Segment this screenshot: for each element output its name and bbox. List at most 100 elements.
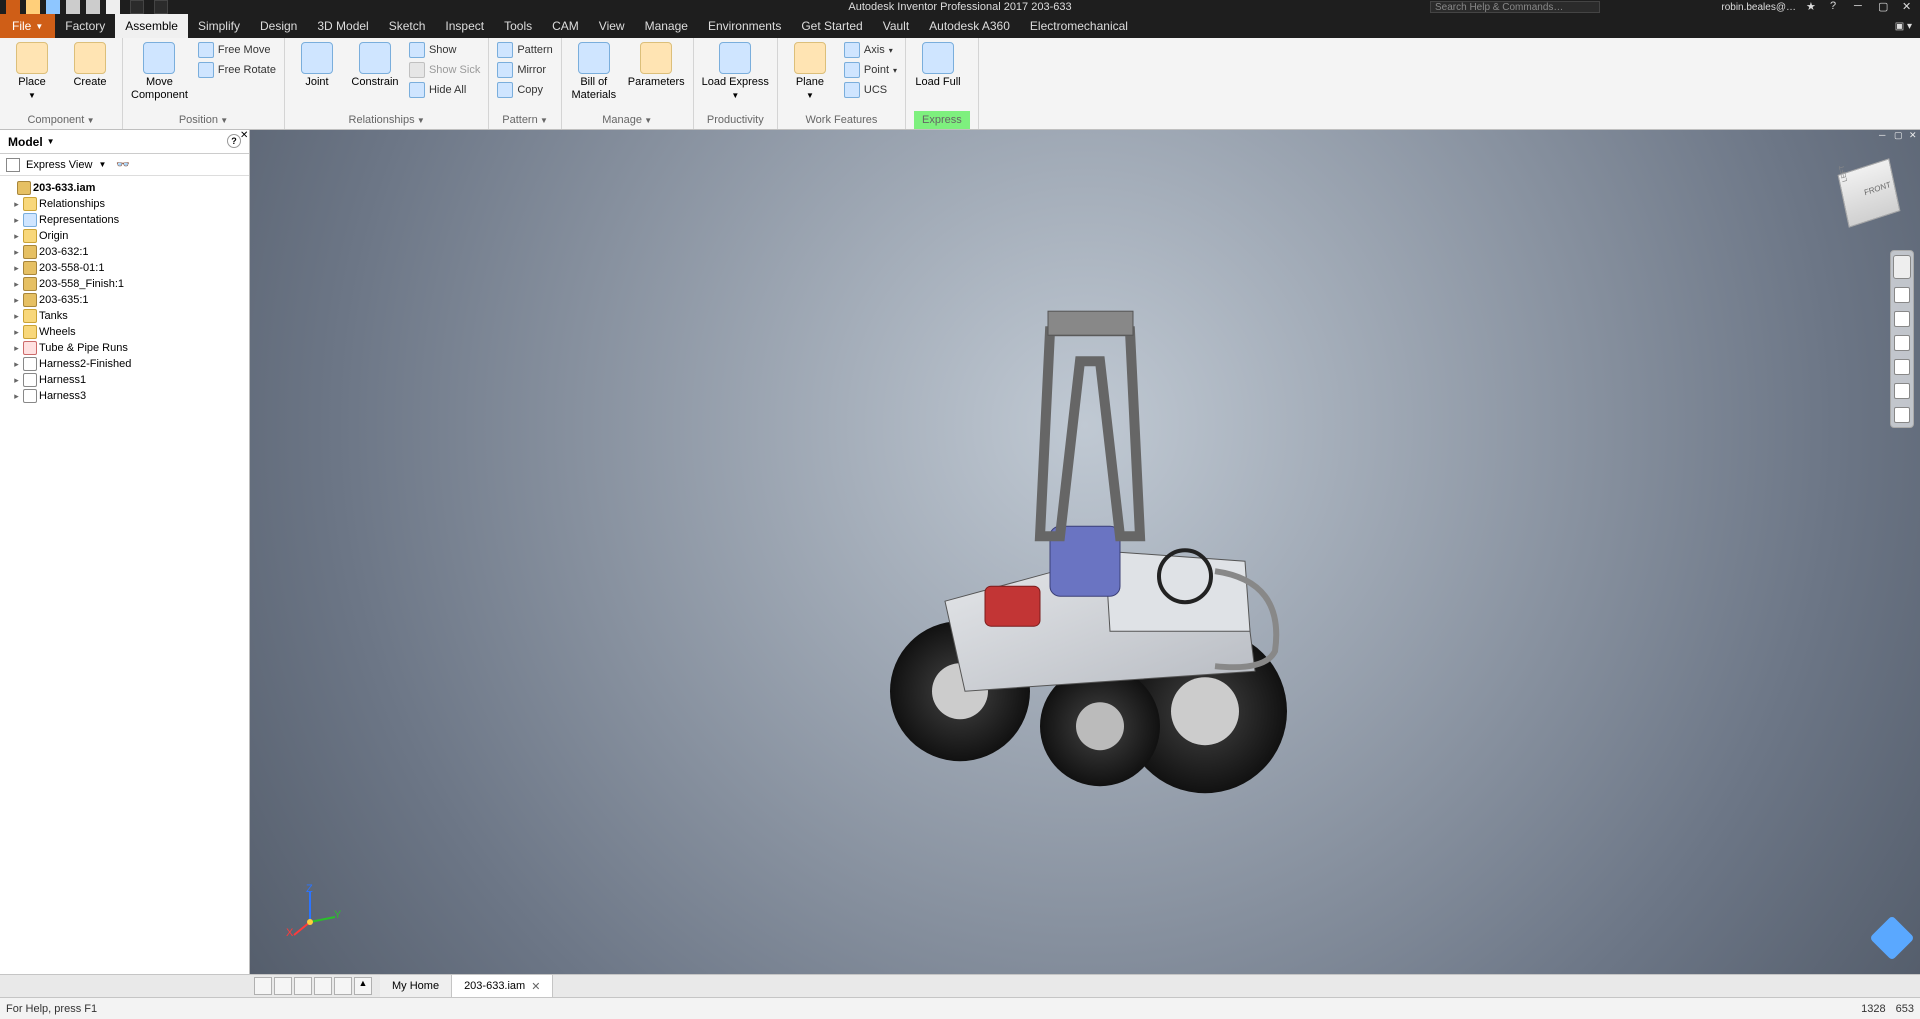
view-cube[interactable] [1838, 158, 1901, 228]
browser-layout-icon[interactable] [334, 977, 352, 995]
minimize-icon[interactable]: ─ [1854, 0, 1868, 14]
qat-app-icon[interactable] [6, 0, 20, 14]
view-selector[interactable]: Express View [26, 159, 92, 171]
fullscreen-icon[interactable] [1894, 407, 1910, 423]
show-sick-button[interactable]: Show Sick [409, 62, 480, 78]
steering-wheel-icon[interactable] [1893, 255, 1911, 279]
tab-environments[interactable]: Environments [698, 14, 791, 38]
home-view-icon[interactable] [1894, 383, 1910, 399]
panel-title-position[interactable]: Position [179, 114, 228, 126]
panel-title-component[interactable]: Component [27, 114, 94, 126]
tab-inspect[interactable]: Inspect [435, 14, 494, 38]
tree-node[interactable]: ▸Harness3 [4, 388, 245, 404]
qat-home-icon[interactable] [106, 0, 120, 14]
qat-undo-icon[interactable] [66, 0, 80, 14]
axis-button[interactable]: Axis ▾ [844, 42, 897, 58]
tab-view[interactable]: View [589, 14, 635, 38]
appearance-dropdown[interactable] [154, 0, 168, 14]
tree-node[interactable]: ▸203-558_Finish:1 [4, 276, 245, 292]
tree-node[interactable]: ▸Relationships [4, 196, 245, 212]
panel-title-pattern[interactable]: Pattern [502, 114, 548, 126]
load-express-button[interactable]: Load Express [702, 42, 769, 102]
tab-sketch[interactable]: Sketch [379, 14, 436, 38]
a360-share-icon[interactable] [1869, 915, 1914, 960]
mirror-button[interactable]: Mirror [497, 62, 552, 78]
tree-node[interactable]: ▸203-632:1 [4, 244, 245, 260]
tab-get-started[interactable]: Get Started [791, 14, 872, 38]
tree-root[interactable]: ▸203-633.iam [4, 180, 245, 196]
sign-in-label[interactable]: robin.beales@… [1721, 2, 1796, 13]
hide-all-button[interactable]: Hide All [409, 82, 480, 98]
free-move-button[interactable]: Free Move [198, 42, 276, 58]
tab-vault[interactable]: Vault [873, 14, 919, 38]
parameters-button[interactable]: Parameters [628, 42, 685, 89]
doc-max-icon[interactable]: ▢ [1894, 130, 1905, 141]
close-icon[interactable]: ✕ [1902, 0, 1916, 14]
tree-node[interactable]: ▸Harness1 [4, 372, 245, 388]
tree-node[interactable]: ▸Representations [4, 212, 245, 228]
file-tab[interactable]: File [0, 14, 55, 38]
material-dropdown[interactable] [130, 0, 144, 14]
constrain-button[interactable]: Constrain [351, 42, 399, 89]
bom-button[interactable]: Bill of Materials [570, 42, 618, 102]
free-rotate-button[interactable]: Free Rotate [198, 62, 276, 78]
browser-up-icon[interactable]: ▲ [354, 977, 372, 995]
browser-help-icon[interactable]: ? [227, 134, 241, 148]
tab-assemble[interactable]: Assemble [115, 14, 188, 38]
tab-tools[interactable]: Tools [494, 14, 542, 38]
ribbon-expand-icon[interactable]: ▣ ▾ [1895, 21, 1912, 32]
qat-open-icon[interactable] [26, 0, 40, 14]
create-button[interactable]: Create [66, 42, 114, 89]
tree-node[interactable]: ▸Wheels [4, 324, 245, 340]
browser-header[interactable]: Model ? [0, 130, 249, 154]
graphics-canvas[interactable]: ─ ▢ ✕ [250, 130, 1920, 974]
browser-layout-icon[interactable] [314, 977, 332, 995]
show-button[interactable]: Show [409, 42, 480, 58]
joint-button[interactable]: Joint [293, 42, 341, 89]
search-help-input[interactable]: Search Help & Commands… [1430, 1, 1600, 13]
tree-node[interactable]: ▸Tube & Pipe Runs [4, 340, 245, 356]
plane-button[interactable]: Plane [786, 42, 834, 102]
ucs-button[interactable]: UCS [844, 82, 897, 98]
copy-button[interactable]: Copy [497, 82, 552, 98]
tab-simplify[interactable]: Simplify [188, 14, 250, 38]
panel-title-relationships[interactable]: Relationships [349, 114, 425, 126]
browser-layout-icon[interactable] [254, 977, 272, 995]
maximize-icon[interactable]: ▢ [1878, 0, 1892, 14]
move-component-button[interactable]: Move Component [131, 42, 188, 102]
panel-title-manage[interactable]: Manage [602, 114, 652, 126]
zoom-icon[interactable] [1894, 311, 1910, 327]
tab-factory[interactable]: Factory [55, 14, 115, 38]
tab-manage[interactable]: Manage [635, 14, 698, 38]
doc-min-icon[interactable]: ─ [1879, 130, 1890, 141]
pattern-button[interactable]: Pattern [497, 42, 552, 58]
browser-layout-icon[interactable] [294, 977, 312, 995]
qat-save-icon[interactable] [46, 0, 60, 14]
tree-node[interactable]: ▸Origin [4, 228, 245, 244]
load-full-button[interactable]: Load Full [914, 42, 962, 89]
browser-layout-icon[interactable] [274, 977, 292, 995]
tab-cam[interactable]: CAM [542, 14, 589, 38]
tree-node[interactable]: ▸203-635:1 [4, 292, 245, 308]
place-button[interactable]: Place [8, 42, 56, 102]
qat-redo-icon[interactable] [86, 0, 100, 14]
help-icon[interactable]: ? [1830, 0, 1844, 14]
tab-electromechanical[interactable]: Electromechanical [1020, 14, 1138, 38]
tab-close-icon[interactable]: ✕ [531, 980, 540, 993]
tab-3d-model[interactable]: 3D Model [307, 14, 378, 38]
favorite-icon[interactable]: ★ [1806, 0, 1820, 14]
tab-active-document[interactable]: 203-633.iam✕ [452, 975, 553, 997]
pan-icon[interactable] [1894, 287, 1910, 303]
tree-node[interactable]: ▸Harness2-Finished [4, 356, 245, 372]
look-at-icon[interactable] [1894, 359, 1910, 375]
doc-close-icon[interactable]: ✕ [1909, 130, 1920, 141]
tree-node[interactable]: ▸Tanks [4, 308, 245, 324]
point-button[interactable]: Point ▾ [844, 62, 897, 78]
tab-my-home[interactable]: My Home [380, 975, 452, 997]
binoculars-icon[interactable]: 👓 [116, 158, 130, 171]
filter-icon[interactable] [6, 158, 20, 172]
tree-node[interactable]: ▸203-558-01:1 [4, 260, 245, 276]
orbit-icon[interactable] [1894, 335, 1910, 351]
tab-a360[interactable]: Autodesk A360 [919, 14, 1020, 38]
tab-design[interactable]: Design [250, 14, 307, 38]
